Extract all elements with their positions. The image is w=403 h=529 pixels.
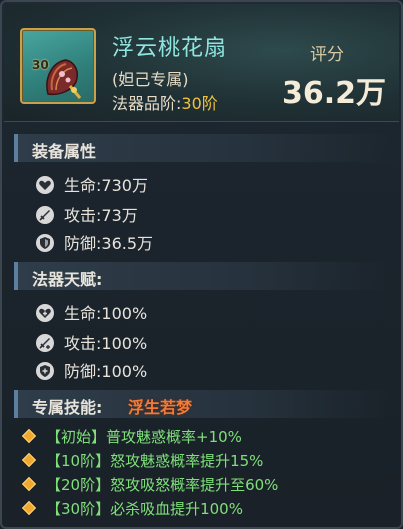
stat-value: 36.5万 — [101, 234, 154, 253]
item-icon-frame: 30 — [20, 28, 96, 104]
item-grade-value: 30阶 — [181, 94, 218, 113]
talent-row-hp: 生命:100% — [36, 300, 147, 324]
talent-row-def: 防御:100% — [36, 358, 147, 382]
talent-title: 法器天赋: — [32, 270, 103, 289]
item-grade: 法器品阶:30阶 — [112, 90, 218, 114]
talent-label: 生命: — [64, 304, 102, 323]
skill-line: 【20阶】怒攻吸怒概率提升至60% — [21, 474, 279, 496]
diamond-bullet-icon — [21, 428, 37, 444]
diamond-bullet-icon — [21, 500, 37, 516]
talent-value: 100% — [101, 362, 148, 381]
shield-plus-icon — [36, 362, 54, 380]
stat-row-hp: 生命:730万 — [36, 172, 148, 196]
skill-name: 浮生若梦 — [128, 398, 193, 417]
talent-label: 防御: — [64, 362, 102, 381]
item-detail-panel: 30 浮云桃花扇 (妲己专属) 法器品阶:30阶 评分 36.2万 装备属性 生… — [0, 0, 403, 529]
talent-label: 攻击: — [64, 334, 102, 353]
item-grade-label: 法器品阶: — [112, 94, 182, 113]
stat-value: 730万 — [101, 176, 148, 195]
heart-icon — [36, 176, 54, 194]
stat-value: 73万 — [101, 206, 138, 225]
item-exclusive-owner: (妲己专属) — [112, 70, 189, 89]
talent-row-atk: 攻击:100% — [36, 330, 147, 354]
talent-value: 100% — [101, 334, 148, 353]
diamond-bullet-icon — [21, 452, 37, 468]
talent-header: 法器天赋: — [14, 262, 394, 290]
stat-label: 攻击: — [64, 206, 102, 225]
skill-line-text: 【10阶】怒攻魅惑概率提升15% — [46, 452, 264, 470]
item-header: 30 浮云桃花扇 (妲己专属) 法器品阶:30阶 评分 36.2万 — [4, 4, 399, 122]
stat-row-def: 防御:36.5万 — [36, 230, 153, 254]
item-name: 浮云桃花扇 — [112, 36, 228, 61]
stat-label: 防御: — [64, 234, 102, 253]
skill-line: 【30阶】必杀吸血提升100% — [21, 498, 243, 520]
equip-attrs-header: 装备属性 — [14, 134, 394, 162]
stat-label: 生命: — [64, 176, 102, 195]
skill-line: 【初始】普攻魅惑概率+10% — [21, 426, 242, 448]
skill-line-text: 【20阶】怒攻吸怒概率提升至60% — [46, 476, 279, 494]
diamond-bullet-icon — [21, 476, 37, 492]
skill-title: 专属技能: — [32, 398, 103, 417]
heart-plus-icon — [36, 304, 54, 322]
skill-line: 【10阶】怒攻魅惑概率提升15% — [21, 450, 264, 472]
stat-row-atk: 攻击:73万 — [36, 202, 138, 226]
peach-fan-icon — [46, 59, 82, 99]
shield-icon — [36, 234, 54, 252]
talent-value: 100% — [101, 304, 148, 323]
sword-plus-icon — [36, 334, 54, 352]
score-value: 36.2万 — [282, 76, 387, 111]
score-label: 评分 — [310, 45, 344, 65]
equip-attrs-title: 装备属性 — [32, 142, 97, 161]
skill-header: 专属技能: 浮生若梦 — [14, 390, 394, 418]
sword-icon — [36, 206, 54, 224]
skill-line-text: 【初始】普攻魅惑概率+10% — [46, 428, 242, 446]
skill-line-text: 【30阶】必杀吸血提升100% — [46, 500, 243, 518]
